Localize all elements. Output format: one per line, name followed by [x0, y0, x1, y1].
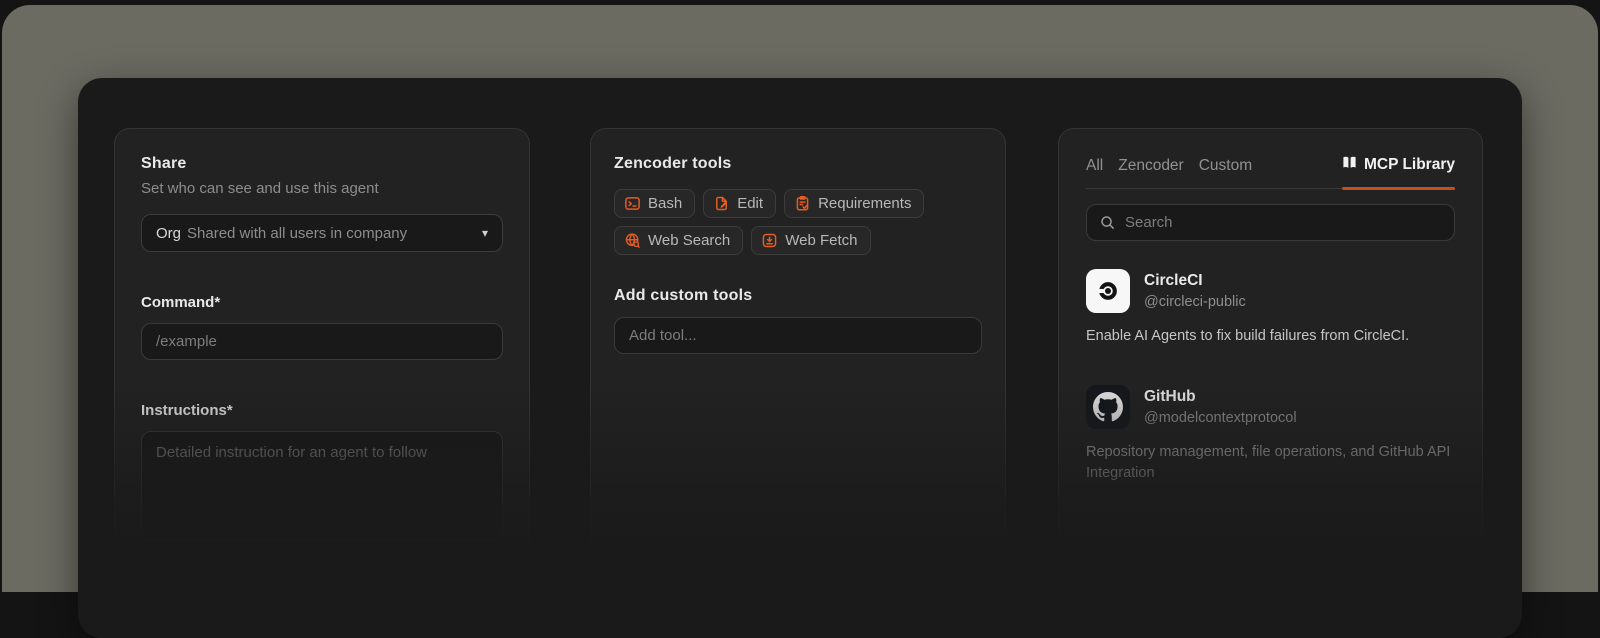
search-input[interactable]: [1086, 204, 1455, 241]
tool-chip-label: Bash: [648, 195, 682, 212]
chevron-down-icon: ▾: [482, 226, 488, 240]
tool-chip-label: Edit: [737, 195, 763, 212]
mcp-item-name: GitHub: [1144, 388, 1297, 406]
share-subtitle: Set who can see and use this agent: [141, 180, 503, 197]
mcp-item-handle: @modelcontextprotocol: [1144, 410, 1297, 426]
library-search: [1086, 204, 1455, 241]
mcp-item-circleci[interactable]: CircleCI @circleci-public Enable AI Agen…: [1086, 269, 1455, 347]
tab-mcp-library[interactable]: MCP Library: [1342, 155, 1455, 175]
web-fetch-icon: [761, 232, 778, 249]
tool-chip-edit[interactable]: Edit: [703, 189, 776, 218]
web-search-icon: [624, 232, 641, 249]
github-logo: [1086, 385, 1130, 429]
tool-chip-requirements[interactable]: Requirements: [784, 189, 924, 218]
mcp-item-description: Repository management, file operations, …: [1086, 442, 1455, 484]
tool-chip-label: Web Fetch: [785, 232, 857, 249]
instructions-textarea[interactable]: [141, 431, 503, 541]
mcp-item-name: CircleCI: [1144, 272, 1246, 290]
mcp-item-github[interactable]: GitHub @modelcontextprotocol Repository …: [1086, 385, 1455, 484]
tools-card: Zencoder tools Bash Edit: [590, 128, 1006, 638]
visibility-select[interactable]: Org Shared with all users in company ▾: [141, 214, 503, 252]
tool-chip-label: Web Search: [648, 232, 730, 249]
share-title: Share: [141, 155, 503, 173]
tool-chip-list: Bash Edit Requirements: [614, 189, 944, 255]
tab-all[interactable]: All: [1086, 157, 1103, 175]
tab-zencoder[interactable]: Zencoder: [1118, 157, 1183, 175]
tool-chip-web-fetch[interactable]: Web Fetch: [751, 226, 870, 255]
library-tabs: All Zencoder Custom MCP Library: [1086, 155, 1455, 189]
requirements-icon: [794, 195, 811, 212]
agent-editor-modal: Share Set who can see and use this agent…: [78, 78, 1522, 638]
tool-chip-bash[interactable]: Bash: [614, 189, 695, 218]
edit-icon: [713, 195, 730, 212]
add-tool-input[interactable]: [614, 317, 982, 354]
tools-title: Zencoder tools: [614, 155, 982, 173]
tab-custom[interactable]: Custom: [1199, 157, 1252, 175]
visibility-scope: Org: [156, 225, 181, 242]
visibility-description: Shared with all users in company: [187, 225, 474, 242]
tool-chip-web-search[interactable]: Web Search: [614, 226, 743, 255]
command-label: Command*: [141, 294, 503, 311]
terminal-icon: [624, 195, 641, 212]
library-card: All Zencoder Custom MCP Library: [1058, 128, 1483, 638]
circleci-logo: [1086, 269, 1130, 313]
command-input[interactable]: [141, 323, 503, 360]
tab-mcp-library-label: MCP Library: [1364, 156, 1455, 174]
tool-chip-label: Requirements: [818, 195, 911, 212]
share-card: Share Set who can see and use this agent…: [114, 128, 530, 638]
custom-tools-title: Add custom tools: [614, 287, 982, 305]
book-icon: [1342, 155, 1357, 175]
mcp-item-description: Enable AI Agents to fix build failures f…: [1086, 326, 1455, 347]
mcp-item-handle: @circleci-public: [1144, 294, 1246, 310]
instructions-label: Instructions*: [141, 402, 503, 419]
